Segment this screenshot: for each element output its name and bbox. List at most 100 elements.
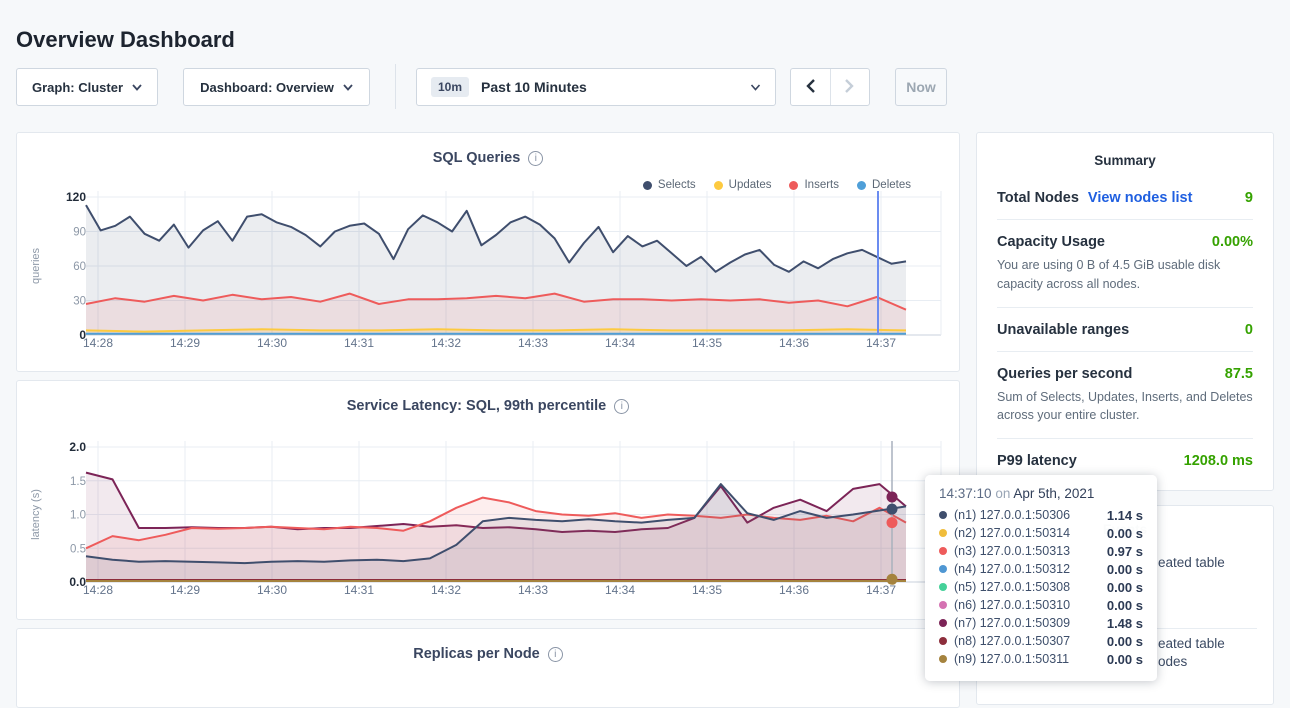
node-address: (n4) 127.0.0.1:50312 [954,562,1070,576]
tooltip-timestamp: 14:37:10 on Apr 5th, 2021 [939,486,1143,501]
svg-text:30: 30 [73,296,86,308]
svg-text:14:28: 14:28 [83,336,113,350]
dashboard-dropdown-label: Dashboard: Overview [200,80,334,95]
summary-item: Capacity Usage 0.00% You are using 0 B o… [997,219,1253,307]
svg-text:14:31: 14:31 [344,583,374,597]
node-address: (n2) 127.0.0.1:50314 [954,526,1070,540]
svg-text:14:29: 14:29 [170,336,200,350]
node-latency-value: 0.00 s [1107,526,1143,541]
service-latency-chart[interactable]: 0.00.51.01.52.014:2814:2914:3014:3114:32… [25,433,953,609]
summary-item: Unavailable ranges 0 [997,307,1253,351]
tooltip-row: (n7) 127.0.0.1:50309 1.48 s [939,614,1143,632]
node-latency-value: 0.00 s [1107,634,1143,649]
dashboard-dropdown[interactable]: Dashboard: Overview [183,68,370,106]
tooltip-row: (n6) 127.0.0.1:50310 0.00 s [939,596,1143,614]
sql-queries-panel: SQL Queriesi Selects Updates Inserts Del… [16,132,960,372]
node-latency-value: 1.48 s [1107,616,1143,631]
summary-label: Capacity Usage [997,234,1105,250]
svg-text:14:32: 14:32 [431,583,461,597]
svg-text:60: 60 [73,261,86,273]
svg-text:14:30: 14:30 [257,583,287,597]
node-latency-value: 0.00 s [1107,652,1143,667]
svg-text:queries: queries [30,247,42,284]
node-color-dot-icon [939,511,947,519]
svg-text:14:30: 14:30 [257,336,287,350]
node-latency-value: 0.00 s [1107,580,1143,595]
graph-dropdown[interactable]: Graph: Cluster [16,68,158,106]
node-latency-value: 0.97 s [1107,544,1143,559]
node-address: (n6) 127.0.0.1:50310 [954,598,1070,612]
node-address: (n8) 127.0.0.1:50307 [954,634,1070,648]
summary-list: Total Nodes View nodes list 9 Capacity U… [977,176,1273,482]
summary-description: Sum of Selects, Updates, Inserts, and De… [997,388,1253,426]
svg-text:14:34: 14:34 [605,336,635,350]
event-row-fragment: eated table [1158,636,1225,651]
info-icon[interactable]: i [528,151,543,166]
chevron-right-icon [844,78,855,97]
summary-item: Queries per second 87.5 Sum of Selects, … [997,351,1253,439]
time-range-badge: 10m [431,77,469,97]
replicas-per-node-panel: Replicas per Nodei [16,628,960,708]
summary-label: Unavailable ranges [997,322,1129,338]
svg-text:0.5: 0.5 [70,543,86,555]
chart-title: Replicas per Nodei [17,629,959,662]
tooltip-row: (n4) 127.0.0.1:50312 0.00 s [939,560,1143,578]
node-color-dot-icon [939,655,947,663]
svg-text:14:28: 14:28 [83,583,113,597]
time-step-buttons [790,68,870,106]
page-title: Overview Dashboard [16,27,235,53]
service-latency-panel: Service Latency: SQL, 99th percentilei 0… [16,380,960,620]
summary-title: Summary [977,133,1273,176]
svg-text:14:37: 14:37 [866,336,896,350]
time-range-label: Past 10 Minutes [481,79,587,95]
hover-tooltip: 14:37:10 on Apr 5th, 2021 (n1) 127.0.0.1… [925,475,1157,681]
svg-text:14:36: 14:36 [779,583,809,597]
node-color-dot-icon [939,565,947,573]
svg-text:14:34: 14:34 [605,583,635,597]
sql-queries-chart[interactable]: 030609012014:2814:2914:3014:3114:3214:33… [25,189,953,361]
chevron-down-icon [750,84,761,91]
svg-text:14:35: 14:35 [692,336,722,350]
tooltip-row: (n1) 127.0.0.1:50306 1.14 s [939,506,1143,524]
node-address: (n3) 127.0.0.1:50313 [954,544,1070,558]
summary-panel: Summary Total Nodes View nodes list 9 Ca… [976,132,1274,491]
svg-text:latency (s): latency (s) [30,489,42,540]
tooltip-row: (n5) 127.0.0.1:50308 0.00 s [939,578,1143,596]
svg-text:14:35: 14:35 [692,583,722,597]
event-row-fragment: eated table [1158,555,1225,570]
node-address: (n5) 127.0.0.1:50308 [954,580,1070,594]
view-nodes-link[interactable]: View nodes list [1088,190,1193,206]
svg-text:120: 120 [66,190,86,204]
tooltip-rows: (n1) 127.0.0.1:50306 1.14 s (n2) 127.0.0… [939,506,1143,668]
summary-value: 0.00% [1212,234,1253,250]
svg-text:2.0: 2.0 [69,440,86,454]
tooltip-row: (n2) 127.0.0.1:50314 0.00 s [939,524,1143,542]
summary-value: 0 [1245,322,1253,338]
chart-title: SQL Queriesi [17,133,959,166]
svg-text:14:36: 14:36 [779,336,809,350]
event-row-fragment: odes [1158,654,1187,669]
summary-description: You are using 0 B of 4.5 GiB usable disk… [997,256,1253,294]
info-icon[interactable]: i [548,647,563,662]
next-time-button[interactable] [830,69,869,105]
summary-label: P99 latency [997,453,1077,469]
node-latency-value: 0.00 s [1107,562,1143,577]
svg-text:1.5: 1.5 [70,476,86,488]
prev-time-button[interactable] [791,69,830,105]
node-latency-value: 1.14 s [1107,508,1143,523]
graph-dropdown-label: Graph: Cluster [32,80,123,95]
node-address: (n7) 127.0.0.1:50309 [954,616,1070,630]
node-color-dot-icon [939,547,947,555]
chevron-down-icon [343,84,353,91]
now-button[interactable]: Now [895,68,947,106]
node-color-dot-icon [939,529,947,537]
summary-item: Total Nodes View nodes list 9 [997,176,1253,219]
node-color-dot-icon [939,637,947,645]
info-icon[interactable]: i [614,399,629,414]
summary-label: Queries per second [997,366,1132,382]
chevron-down-icon [132,84,142,91]
tooltip-row: (n3) 127.0.0.1:50313 0.97 s [939,542,1143,560]
svg-text:14:29: 14:29 [170,583,200,597]
svg-text:14:33: 14:33 [518,336,548,350]
time-range-picker[interactable]: 10m Past 10 Minutes [416,68,776,106]
